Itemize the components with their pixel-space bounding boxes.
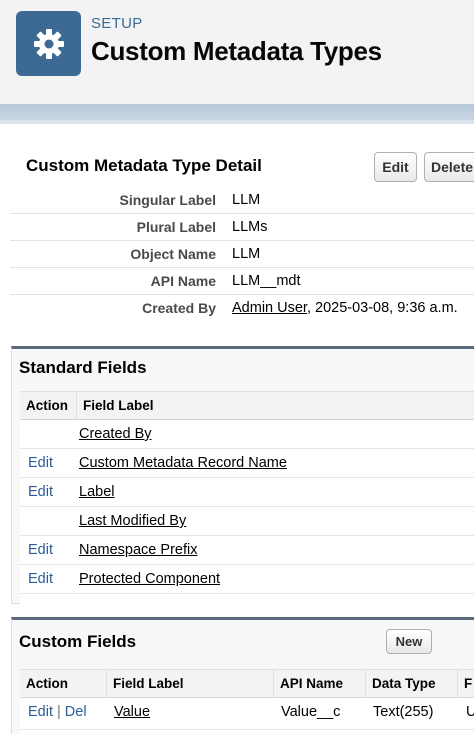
custom-fields-title: Custom Fields: [19, 632, 137, 651]
standard-fields-title: Standard Fields: [19, 358, 147, 377]
field-label-link[interactable]: Custom Metadata Record Name: [79, 455, 287, 471]
new-field-button[interactable]: New: [386, 629, 432, 654]
delete-button[interactable]: Delete: [424, 152, 474, 182]
detail-row-created-by: Created By Admin User, 2025-03-08, 9:36 …: [10, 295, 474, 322]
field-label-link[interactable]: Last Modified By: [79, 513, 186, 529]
truncated-cell: U: [466, 704, 474, 720]
column-header-field-label: Field Label: [77, 392, 474, 420]
edit-link[interactable]: Edit: [28, 484, 53, 500]
column-header-data-type: Data Type: [366, 670, 458, 698]
edit-link[interactable]: Edit: [28, 455, 53, 471]
detail-label: API Name: [150, 273, 216, 289]
detail-row-singular-label: Singular Label LLM: [10, 187, 474, 214]
detail-label: Singular Label: [119, 192, 216, 208]
page-header: SETUP Custom Metadata Types: [0, 0, 474, 104]
setup-eyebrow: SETUP: [91, 15, 143, 32]
detail-label: Object Name: [130, 246, 216, 262]
custom-fields-table: Action Field Label API Name Data Type F …: [20, 669, 474, 734]
detail-value: LLM__mdt: [232, 273, 301, 289]
table-row: Edit Label: [20, 478, 474, 507]
created-date: , 2025-03-08, 9:36 a.m.: [306, 300, 458, 316]
detail-row-object-name: Object Name LLM: [10, 241, 474, 268]
detail-value: LLM: [232, 246, 261, 262]
column-header-field-label: Field Label: [107, 670, 274, 698]
decorative-band-edge: [0, 120, 474, 124]
column-header-api-name: API Name: [274, 670, 366, 698]
edit-link[interactable]: Edit: [28, 571, 53, 587]
detail-section-title: Custom Metadata Type Detail: [26, 156, 262, 175]
delete-link[interactable]: Del: [65, 704, 87, 720]
column-header-action: Action: [20, 670, 107, 698]
edit-button[interactable]: Edit: [374, 152, 417, 182]
data-type-cell: Text(255): [373, 704, 434, 720]
detail-value: LLM: [232, 192, 261, 208]
field-label-link[interactable]: Label: [79, 484, 114, 500]
table-row: Last Modified By: [20, 507, 474, 536]
table-row: Edit | Del Value Value__c Text(255) U: [20, 698, 474, 730]
field-label-link[interactable]: Namespace Prefix: [79, 542, 197, 558]
gear-icon: [33, 28, 64, 59]
setup-icon-tile: [16, 11, 81, 76]
standard-fields-table: Action Field Label Created By Edit Custo…: [20, 391, 474, 604]
detail-value: Admin User, 2025-03-08, 9:36 a.m.: [232, 300, 458, 316]
api-name-cell: Value__c: [281, 704, 341, 720]
detail-label: Created By: [142, 300, 216, 316]
table-row: Edit Namespace Prefix: [20, 536, 474, 565]
page-title: Custom Metadata Types: [91, 36, 382, 66]
column-header-action: Action: [20, 392, 77, 420]
column-header-truncated: F: [458, 670, 474, 698]
custom-fields-panel: Custom Fields New Action Field Label API…: [11, 617, 474, 734]
field-label-link[interactable]: Value: [114, 704, 150, 720]
table-row: Created By: [20, 420, 474, 449]
standard-fields-panel: Standard Fields Action Field Label Creat…: [11, 346, 474, 604]
field-label-link[interactable]: Protected Component: [79, 571, 220, 587]
detail-value: LLMs: [232, 219, 268, 235]
action-separator: |: [57, 704, 61, 720]
detail-label: Plural Label: [136, 219, 216, 235]
table-row: Edit Protected Component: [20, 565, 474, 594]
detail-row-api-name: API Name LLM__mdt: [10, 268, 474, 295]
edit-link[interactable]: Edit: [28, 542, 53, 558]
detail-row-plural-label: Plural Label LLMs: [10, 214, 474, 241]
field-label-link[interactable]: Created By: [79, 426, 152, 442]
created-by-user-link[interactable]: Admin User: [232, 300, 307, 316]
decorative-band: [0, 104, 474, 120]
row-actions: Edit | Del: [28, 704, 87, 720]
edit-link[interactable]: Edit: [28, 704, 53, 720]
table-row: Edit Custom Metadata Record Name: [20, 449, 474, 478]
